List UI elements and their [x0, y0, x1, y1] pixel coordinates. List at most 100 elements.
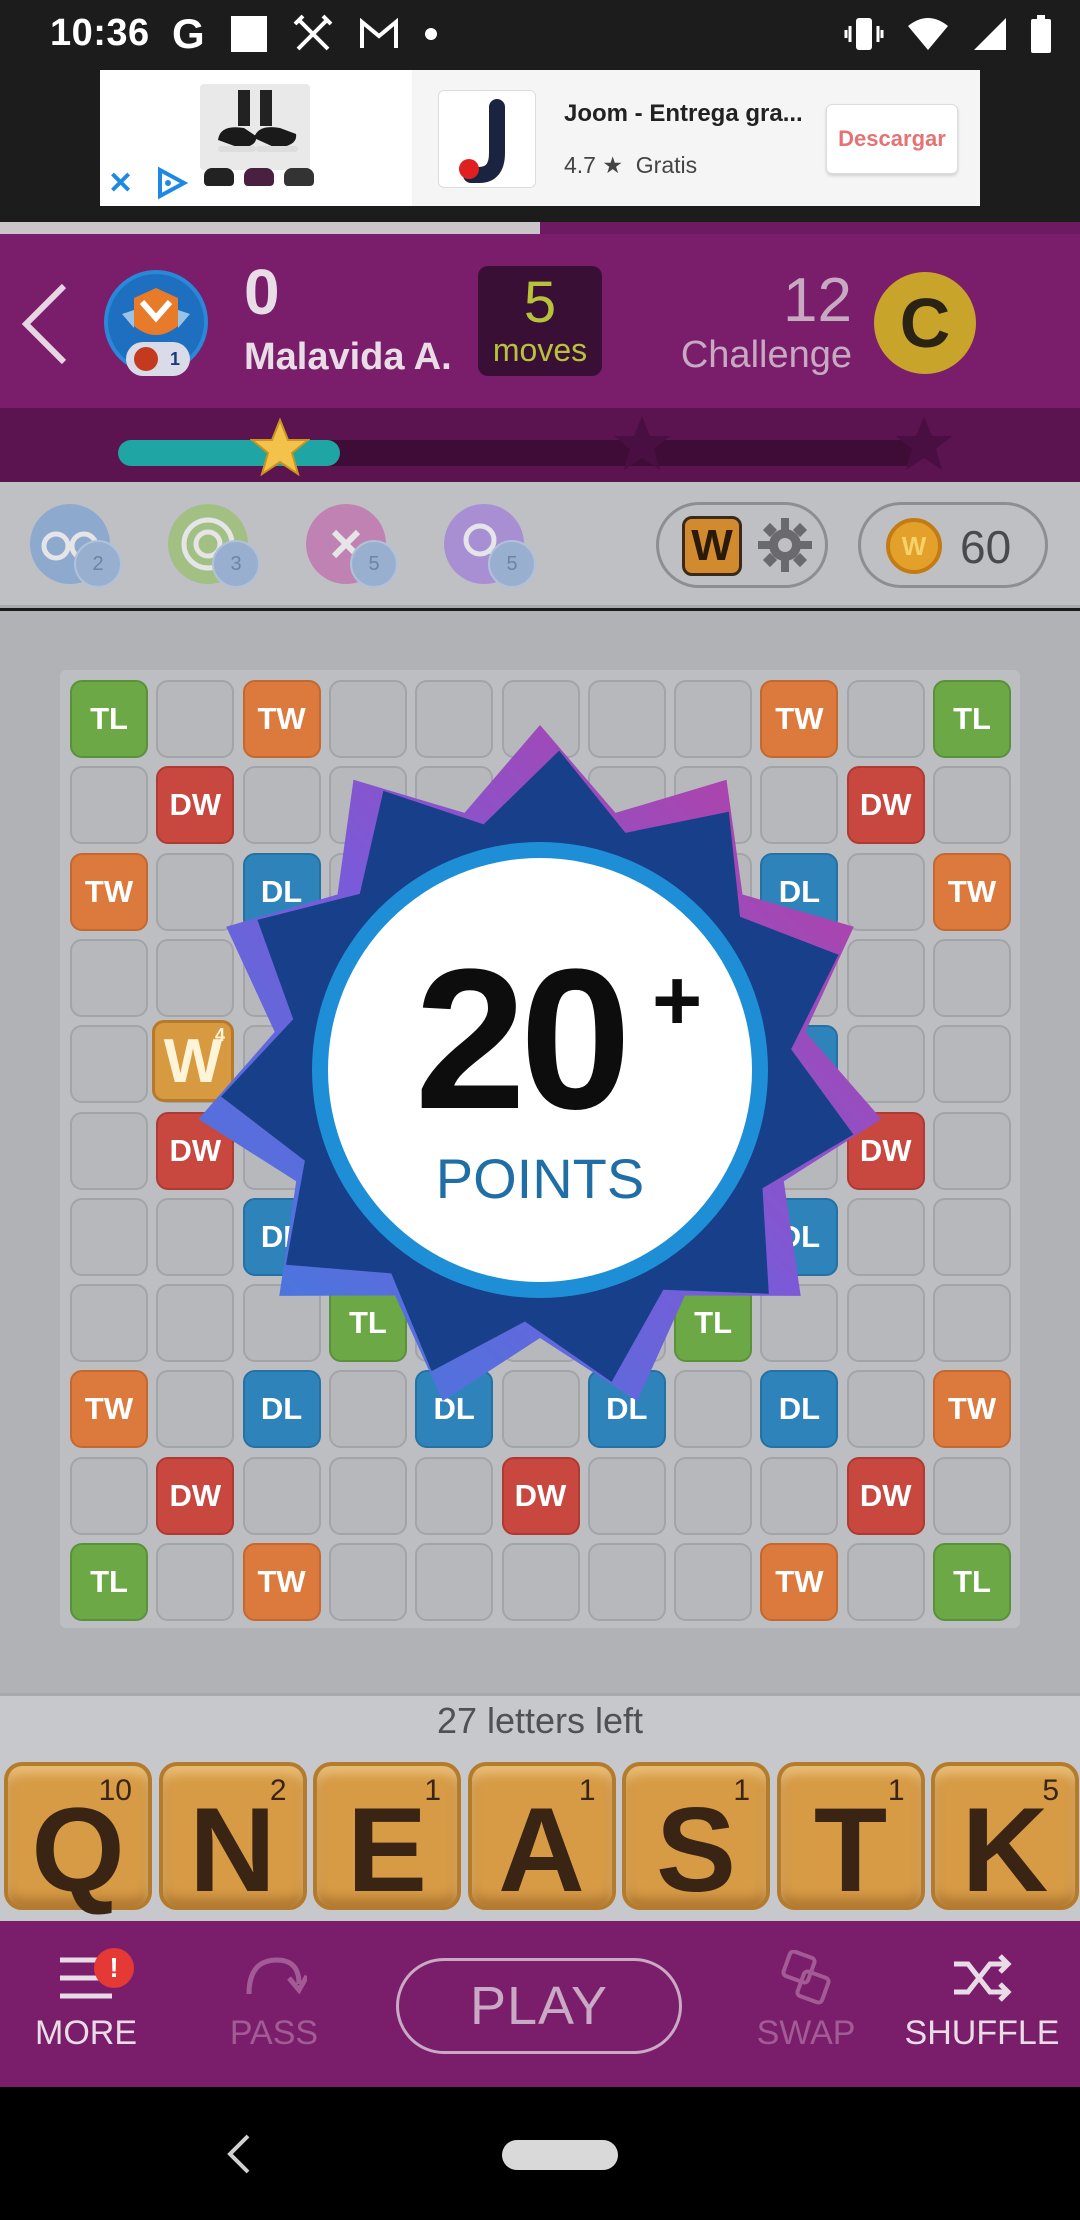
- progress-star-icon: [614, 416, 670, 470]
- bonus-cell-tw[interactable]: TW: [242, 1543, 321, 1621]
- play-button[interactable]: PLAY: [396, 1958, 682, 2054]
- board-cell[interactable]: [156, 1543, 235, 1621]
- vibrate-icon: [844, 18, 884, 50]
- system-icons: [844, 14, 1052, 54]
- board-cell[interactable]: [933, 1025, 1011, 1104]
- rack-tile-letter: N: [189, 1783, 276, 1917]
- rack-tile[interactable]: T1: [776, 1762, 925, 1910]
- status-time: 10:36: [50, 12, 150, 54]
- board-cell[interactable]: [933, 1111, 1011, 1190]
- points-number: 20: [414, 928, 631, 1151]
- board-cell[interactable]: [70, 766, 148, 845]
- rack-tile[interactable]: S1: [622, 1762, 770, 1910]
- rack-tile-value: 1: [424, 1774, 441, 1807]
- nav-back-icon[interactable]: [224, 2132, 254, 2176]
- bonus-cell-tl[interactable]: TL: [70, 1543, 148, 1621]
- bonus-cell-tl[interactable]: TL: [933, 1543, 1011, 1621]
- loading-bar-fill: [0, 222, 540, 234]
- ad-banner[interactable]: ✕ Joom - Entrega gra... 4.7 ★ Gratis Des…: [100, 70, 980, 206]
- swap-powerup-button[interactable]: 2: [30, 504, 122, 588]
- rack-tile-letter: Q: [31, 1783, 125, 1917]
- board-cell[interactable]: [242, 1456, 321, 1535]
- swap-button[interactable]: SWAP: [726, 1950, 886, 2053]
- points-label: POINTS: [435, 1147, 645, 1210]
- gear-icon[interactable]: [756, 516, 814, 574]
- ad-app-logo[interactable]: [438, 90, 536, 188]
- board-cell[interactable]: [933, 766, 1011, 845]
- board-cell[interactable]: [587, 1543, 666, 1621]
- board-cell[interactable]: [674, 1543, 753, 1621]
- board-cell[interactable]: [760, 1456, 839, 1535]
- hint-powerup-button[interactable]: 5: [444, 504, 536, 588]
- board-cell[interactable]: [70, 1111, 148, 1190]
- rack-tile-letter: E: [346, 1783, 428, 1917]
- board-cell[interactable]: [70, 1284, 148, 1363]
- board-cell[interactable]: [933, 1284, 1011, 1363]
- bonus-cell-tl[interactable]: TL: [933, 680, 1011, 758]
- bonus-cell-dw[interactable]: DW: [846, 1456, 925, 1535]
- player-score: 0: [244, 256, 280, 328]
- rack-tile[interactable]: K5: [931, 1762, 1079, 1910]
- bonus-cell-tw[interactable]: TW: [933, 1370, 1011, 1449]
- board-cell[interactable]: [933, 938, 1011, 1017]
- board-cell[interactable]: [846, 1543, 925, 1621]
- pass-button[interactable]: PASS: [194, 1950, 354, 2053]
- board-cell[interactable]: [70, 1025, 148, 1104]
- ad-app-title[interactable]: Joom - Entrega gra...: [564, 100, 803, 128]
- board-cell[interactable]: [501, 1543, 580, 1621]
- board-cell[interactable]: [328, 1543, 407, 1621]
- board-cell[interactable]: [70, 1197, 148, 1276]
- google-icon: G: [172, 10, 205, 57]
- notification-icons: G: [172, 10, 437, 57]
- board-cell[interactable]: [70, 1456, 148, 1535]
- bonus-cell-tw[interactable]: TW: [933, 852, 1011, 931]
- ad-thumbnails: [204, 168, 314, 186]
- flame-icon: [134, 347, 158, 371]
- bonus-cell-tw[interactable]: TW: [70, 852, 148, 931]
- board-cell[interactable]: [933, 1456, 1011, 1535]
- shuffle-button[interactable]: SHUFFLE: [902, 1950, 1062, 2053]
- target-powerup-button[interactable]: 3: [168, 504, 260, 588]
- board-cell[interactable]: [328, 1456, 407, 1535]
- ad-close-icon[interactable]: ✕: [108, 166, 133, 201]
- player-level: 1: [169, 348, 180, 369]
- rack-tile[interactable]: N2: [158, 1762, 307, 1917]
- more-button[interactable]: MORE: [6, 1950, 166, 2053]
- ad-download-button[interactable]: Descargar: [826, 104, 958, 174]
- powerup-toolbar: 2 3 5 5 W W 60: [0, 482, 1080, 608]
- word-tile-icon: W: [682, 516, 742, 576]
- moves-counter: 5 moves: [478, 266, 602, 376]
- board-cell[interactable]: [587, 1456, 666, 1535]
- rack-tile[interactable]: Q 10: [4, 1762, 152, 1910]
- progress-star-icon: [250, 418, 310, 476]
- bonus-cell-tw[interactable]: TW: [760, 1543, 839, 1621]
- back-chevron-icon[interactable]: [20, 282, 70, 366]
- status-bar: 10:36 G: [0, 0, 1080, 66]
- powerup-count: 3: [212, 540, 260, 588]
- powerup-count: 5: [350, 540, 398, 588]
- ad-product-image[interactable]: [200, 84, 310, 170]
- board-cell[interactable]: [70, 938, 148, 1017]
- board-cell[interactable]: [933, 1197, 1011, 1276]
- board-cell[interactable]: [415, 1456, 494, 1535]
- board-cell[interactable]: [674, 1456, 753, 1535]
- eraser-powerup-button[interactable]: 5: [306, 504, 398, 588]
- square-notification-icon: [230, 16, 267, 52]
- letters-left: 27 letters left: [436, 1700, 644, 1741]
- opponent-avatar[interactable]: C: [874, 272, 976, 374]
- pass-label: PASS: [229, 2014, 319, 2052]
- rack-tile-value: 2: [269, 1774, 287, 1807]
- more-label: MORE: [35, 2014, 137, 2052]
- rack-tile[interactable]: A1: [467, 1762, 616, 1910]
- adchoices-icon[interactable]: [154, 166, 188, 200]
- opponent-score: 12: [783, 266, 852, 335]
- board-cell[interactable]: [415, 1543, 494, 1621]
- bonus-cell-tw[interactable]: TW: [70, 1370, 148, 1449]
- rack-tile[interactable]: E1: [313, 1762, 461, 1910]
- bonus-cell-dw[interactable]: DW: [156, 1456, 235, 1535]
- bonus-cell-tl[interactable]: TL: [70, 680, 148, 758]
- nav-home-pill[interactable]: [502, 2140, 618, 2170]
- shuffle-label: SHUFFLE: [904, 2014, 1060, 2052]
- battery-icon: [1031, 15, 1051, 53]
- bonus-cell-dw[interactable]: DW: [501, 1456, 580, 1535]
